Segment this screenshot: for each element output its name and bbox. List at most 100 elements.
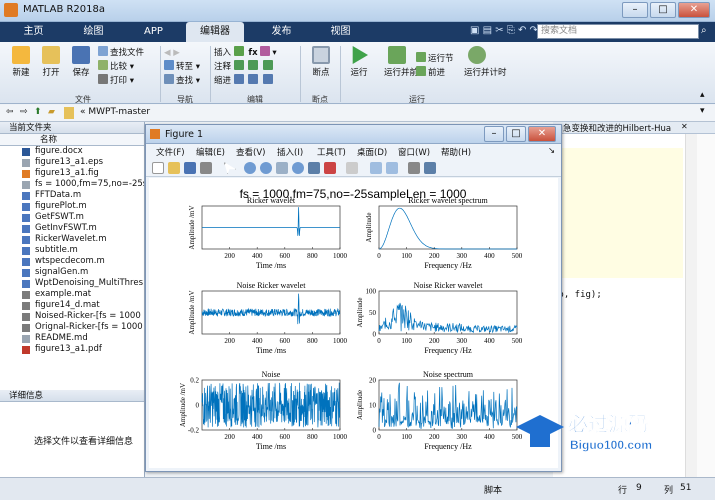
file-item[interactable]: figure13_a1.eps	[0, 157, 144, 168]
search-input[interactable]: 搜索文档	[537, 24, 699, 39]
file-name: WptDenoising_MultiThres	[35, 278, 144, 288]
brush-icon[interactable]	[324, 162, 336, 174]
zoom-in-icon[interactable]	[244, 162, 256, 174]
file-item[interactable]: subtitle.m	[0, 245, 144, 256]
file-item[interactable]: figure13_a1.pdf	[0, 344, 144, 355]
increase-indent-icon	[248, 74, 259, 84]
menu-view[interactable]: 查看(V)	[236, 146, 265, 158]
file-item[interactable]: FFTData.m	[0, 190, 144, 201]
run-section-button[interactable]: 运行节	[416, 52, 454, 66]
file-item[interactable]: Noised-Ricker-[fs = 1000	[0, 311, 144, 322]
name-column-header[interactable]: 名称	[0, 134, 144, 146]
file-item[interactable]: figure.docx	[0, 146, 144, 157]
close-tab-icon[interactable]: ✕	[681, 122, 688, 131]
menu-help[interactable]: 帮助(H)	[441, 146, 471, 158]
x-tick-label: 1000	[333, 252, 348, 260]
address-bar: ⇦ ⇨ ⬆ ▰ « MWPT-master ▾	[0, 105, 715, 122]
file-item[interactable]: WptDenoising_MultiThres	[0, 278, 144, 289]
rotate-icon[interactable]	[292, 162, 304, 174]
open-button[interactable]: 打开	[38, 46, 64, 78]
new-button[interactable]: 新建	[8, 46, 34, 78]
x-tick-label: 400	[484, 433, 495, 441]
x-tick-label: 500	[512, 337, 523, 345]
tab-home[interactable]: 主页	[6, 22, 61, 42]
run-button[interactable]: 运行	[346, 46, 372, 78]
tab-view[interactable]: 视图	[313, 22, 368, 42]
find-files-button[interactable]: 查找文件	[98, 46, 144, 60]
y-tick-label: 0.2	[190, 377, 199, 385]
menu-edit[interactable]: 编辑(E)	[196, 146, 225, 158]
menu-file[interactable]: 文件(F)	[156, 146, 185, 158]
hide-tools-icon[interactable]	[408, 162, 420, 174]
file-item[interactable]: figure13_a1.fig	[0, 168, 144, 179]
current-path[interactable]: « MWPT-master	[80, 107, 150, 117]
figure-close-button[interactable]: ✕	[528, 126, 556, 142]
current-folder-header: 当前文件夹	[0, 122, 144, 134]
show-tools-icon[interactable]	[424, 162, 436, 174]
advance-button[interactable]: 前进	[416, 66, 454, 80]
insert-button[interactable]: 插入 fx ▾	[214, 46, 277, 60]
colorbar-icon[interactable]	[370, 162, 382, 174]
file-item[interactable]: figurePlot.m	[0, 201, 144, 212]
tab-editor[interactable]: 编辑器	[186, 22, 244, 42]
y-axis-label: Amplitude /mV	[188, 205, 196, 249]
file-item[interactable]: RickerWavelet.m	[0, 234, 144, 245]
file-item[interactable]: figure14_d.mat	[0, 300, 144, 311]
file-item[interactable]: GetFSWT.m	[0, 212, 144, 223]
save-figure-icon[interactable]	[184, 162, 196, 174]
file-item[interactable]: signalGen.m	[0, 267, 144, 278]
indent-button[interactable]: 缩进	[214, 74, 277, 88]
link-plot-icon[interactable]	[346, 162, 358, 174]
menu-tools[interactable]: 工具(T)	[317, 146, 346, 158]
tab-publish[interactable]: 发布	[254, 22, 309, 42]
menu-insert[interactable]: 插入(I)	[277, 146, 303, 158]
print-button[interactable]: 打印 ▾	[98, 74, 144, 88]
file-item[interactable]: wtspecdecom.m	[0, 256, 144, 267]
zoom-out-icon[interactable]	[260, 162, 272, 174]
data-cursor-icon[interactable]	[308, 162, 320, 174]
close-button[interactable]: ✕	[678, 2, 710, 18]
file-item[interactable]: example.mat	[0, 289, 144, 300]
search-icon[interactable]: ⌕	[701, 25, 707, 36]
figure-minimize-button[interactable]: –	[484, 126, 504, 142]
file-item[interactable]: README.md	[0, 333, 144, 344]
menu-desktop[interactable]: 桌面(D)	[357, 146, 387, 158]
pan-icon[interactable]	[276, 162, 288, 174]
print-figure-icon[interactable]	[200, 162, 212, 174]
back-icon[interactable]: ⇦	[6, 107, 14, 117]
breakpoints-button[interactable]: 断点	[306, 46, 336, 78]
tab-plots[interactable]: 绘图	[66, 22, 121, 42]
find-button[interactable]: 查找 ▾	[164, 74, 200, 88]
run-time-button[interactable]: 运行并计时	[464, 46, 507, 78]
file-item[interactable]: Orignal-Ricker-[fs = 1000	[0, 322, 144, 333]
tab-apps[interactable]: APP	[126, 22, 181, 42]
m-file-icon	[22, 236, 30, 244]
new-figure-icon[interactable]	[152, 162, 164, 174]
back-arrows[interactable]: ◀ ▶	[164, 46, 200, 60]
ribbon-collapse-icon[interactable]: ▴	[700, 90, 705, 100]
maximize-button[interactable]: □	[650, 2, 676, 18]
x-tick-label: 600	[280, 337, 291, 345]
fx-icon[interactable]: fx	[248, 48, 257, 58]
goto-button[interactable]: 转至 ▾	[164, 60, 200, 74]
editor-tab-label[interactable]: 急变换和改进的Hilbert-Hua	[563, 122, 671, 134]
comment-button[interactable]: 注释	[214, 60, 277, 74]
path-dropdown-icon[interactable]: ▾	[700, 106, 705, 116]
compare-button[interactable]: 比较 ▾	[98, 60, 144, 74]
menu-dock-icon[interactable]: ↘	[548, 146, 555, 156]
run-advance-button[interactable]: 运行并前进	[384, 46, 427, 78]
up-folder-icon[interactable]: ⬆	[34, 107, 42, 117]
minimize-button[interactable]: –	[622, 2, 648, 18]
file-item[interactable]: GetInvFSWT.m	[0, 223, 144, 234]
pointer-icon[interactable]	[224, 162, 236, 174]
file-item[interactable]: fs = 1000,fm=75,no=-25s	[0, 179, 144, 190]
y-tick-label: 0	[373, 427, 377, 435]
forward-icon[interactable]: ⇨	[20, 107, 28, 117]
legend-icon[interactable]	[386, 162, 398, 174]
menu-window[interactable]: 窗口(W)	[398, 146, 430, 158]
browse-folder-icon[interactable]: ▰	[48, 107, 55, 117]
open-file-icon[interactable]	[168, 162, 180, 174]
save-button[interactable]: 保存	[68, 46, 94, 78]
figure-maximize-button[interactable]: □	[506, 126, 526, 142]
x-tick-label: 400	[484, 252, 495, 260]
